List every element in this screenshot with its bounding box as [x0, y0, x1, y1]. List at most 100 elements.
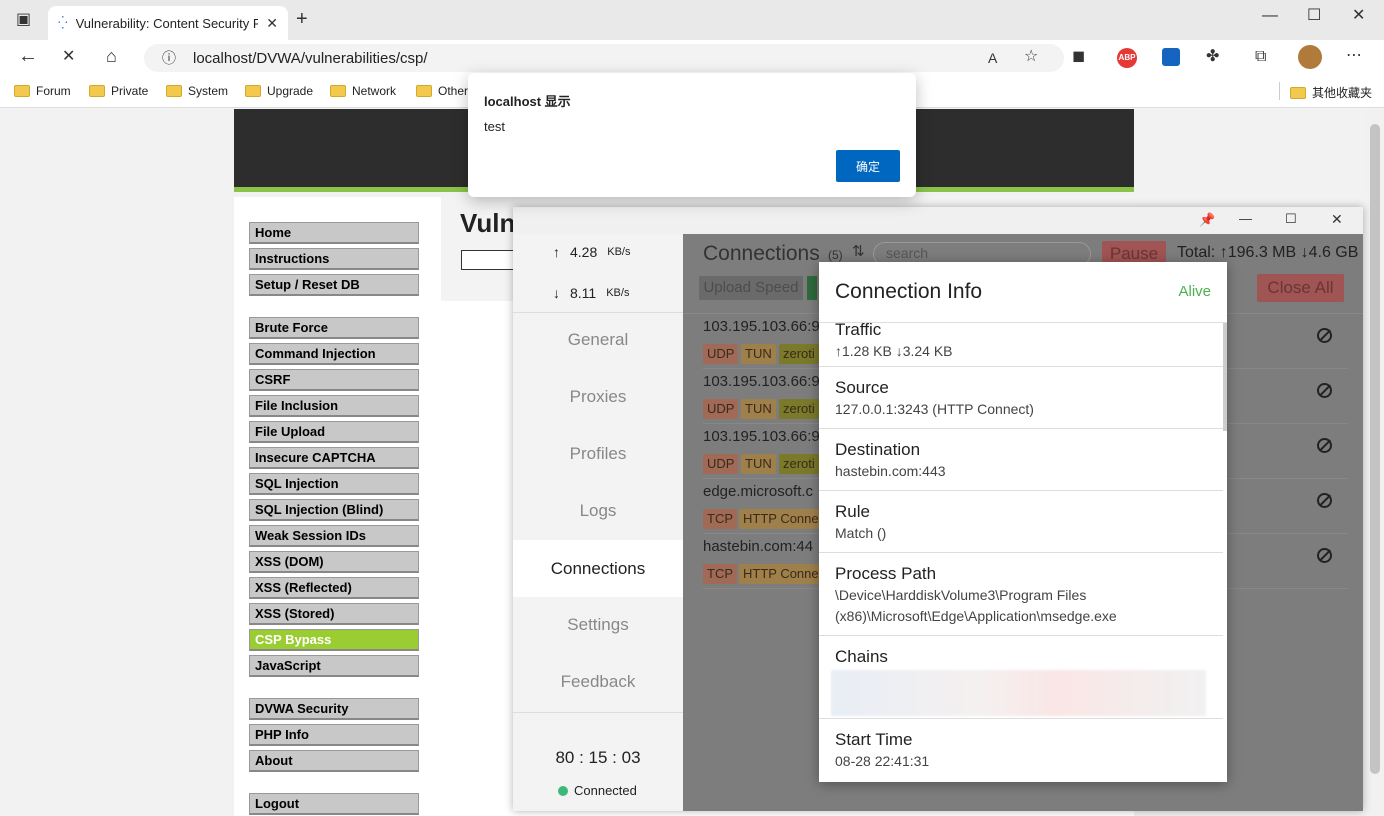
connection-host: 103.195.103.66:9 [703, 428, 820, 445]
menu-item[interactable]: Command Injection [249, 343, 419, 365]
menu-item[interactable]: SQL Injection (Blind) [249, 499, 419, 521]
close-connection-icon[interactable] [1317, 438, 1332, 453]
tab-actions-icon[interactable]: ▣ [16, 12, 31, 28]
menu-item[interactable]: Instructions [249, 248, 419, 270]
bookmark-private[interactable]: Private [89, 84, 148, 98]
status: Connected [558, 783, 637, 798]
nav-proxies[interactable]: Proxies [513, 387, 683, 407]
menu-item[interactable]: DVWA Security [249, 698, 419, 720]
adblock-icon[interactable]: ABP [1117, 48, 1137, 68]
nav-logs[interactable]: Logs [513, 501, 683, 521]
browser-tab[interactable]: ⁛ Vulnerability: Content Security Po ✕ [48, 6, 288, 40]
extensions-icon[interactable]: ✤ [1206, 49, 1219, 65]
connection-state: Alive [1178, 283, 1211, 300]
menu-item[interactable]: Setup / Reset DB [249, 274, 419, 296]
menu-item[interactable]: Home [249, 222, 419, 244]
bookmark-label: Private [111, 84, 149, 98]
close-connection-icon[interactable] [1317, 493, 1332, 508]
divider [513, 712, 683, 713]
bookmark-forum[interactable]: Forum [14, 84, 71, 98]
nav-general[interactable]: General [513, 330, 683, 350]
folder-icon [89, 85, 105, 97]
nav-settings[interactable]: Settings [513, 615, 683, 635]
menu-item[interactable]: XSS (DOM) [249, 551, 419, 573]
field-value: Match () [835, 525, 887, 541]
search-placeholder: search [886, 245, 929, 261]
field-value: 127.0.0.1:3243 (HTTP Connect) [835, 401, 1034, 417]
divider [513, 312, 683, 313]
menu-item[interactable]: About [249, 750, 419, 772]
new-tab-icon[interactable]: + [296, 9, 308, 29]
download-value: 8.11 [570, 285, 597, 301]
tab-title: Vulnerability: Content Security Po [75, 15, 259, 31]
bookmark-upgrade[interactable]: Upgrade [245, 84, 313, 98]
bookmark-other[interactable]: Other [416, 84, 468, 98]
alert-dialog: localhost 显示 test 确定 [468, 73, 916, 197]
connections-title: Connections [703, 242, 820, 265]
folder-icon [330, 85, 346, 97]
home-icon[interactable]: ⌂ [106, 47, 117, 65]
bookmark-network[interactable]: Network [330, 84, 396, 98]
menu-item[interactable]: XSS (Reflected) [249, 577, 419, 599]
info-icon[interactable]: ⓘ [162, 50, 176, 66]
filter-button[interactable] [807, 276, 817, 300]
field-label: Start Time [835, 730, 913, 749]
stop-icon[interactable]: ✕ [62, 49, 75, 65]
menu-item[interactable]: Weak Session IDs [249, 525, 419, 547]
extension-2-icon[interactable] [1162, 48, 1180, 66]
close-tab-icon[interactable]: ✕ [266, 15, 278, 31]
back-icon[interactable]: ← [18, 46, 38, 66]
close-connection-icon[interactable] [1317, 383, 1332, 398]
minimize-icon[interactable]: — [1262, 8, 1278, 24]
menu-item[interactable]: Brute Force [249, 317, 419, 339]
menu-item[interactable]: File Inclusion [249, 395, 419, 417]
menu-item[interactable]: XSS (Stored) [249, 603, 419, 625]
sort-select[interactable]: Upload Speed [699, 276, 803, 300]
address-bar[interactable]: ⓘ localhost/DVWA/vulnerabilities/csp/ A … [144, 44, 1064, 72]
more-icon[interactable]: ⋯ [1346, 48, 1362, 64]
close-connection-icon[interactable] [1317, 548, 1332, 563]
sort-icon[interactable]: ⇅ [852, 242, 865, 260]
menu-item[interactable]: JavaScript [249, 655, 419, 677]
menu-item[interactable]: Logout [249, 793, 419, 815]
close-window-icon[interactable]: ✕ [1352, 8, 1365, 24]
maximize-icon[interactable]: ☐ [1285, 211, 1297, 227]
scrollbar-thumb[interactable] [1370, 124, 1380, 774]
field-label: Source [835, 378, 889, 397]
menu-item[interactable]: File Upload [249, 421, 419, 443]
close-all-button[interactable]: Close All [1257, 274, 1344, 302]
maximize-icon[interactable]: ☐ [1307, 8, 1321, 24]
minimize-icon[interactable]: — [1239, 211, 1252, 227]
favorite-icon[interactable]: ☆ [1024, 49, 1038, 65]
collections-icon[interactable]: ⧉ [1255, 49, 1266, 65]
nav-connections[interactable]: Connections [513, 540, 683, 597]
menu-item[interactable]: Insecure CAPTCHA [249, 447, 419, 469]
dialog-title: Connection Info [835, 280, 983, 303]
profile-avatar[interactable] [1298, 45, 1322, 69]
bookmark-system[interactable]: System [166, 84, 228, 98]
field-label: Chains [835, 647, 888, 666]
menu-item[interactable]: SQL Injection [249, 473, 419, 495]
tab-strip: ▣ ⁛ Vulnerability: Content Security Po ✕… [0, 0, 1384, 40]
dialog-header: Connection Info Alive [819, 262, 1227, 323]
dialog-scrollbar[interactable] [1223, 323, 1227, 431]
csp-input[interactable] [461, 250, 521, 270]
nav-feedback[interactable]: Feedback [513, 672, 683, 692]
close-icon[interactable]: ✕ [1331, 211, 1343, 227]
connection-host: edge.microsoft.c [703, 483, 814, 500]
menu-item[interactable]: CSRF [249, 369, 419, 391]
menu-item-selected[interactable]: CSP Bypass [249, 629, 419, 651]
field-value: 08-28 22:41:31 [835, 753, 930, 769]
tag: TCP [703, 509, 737, 529]
nav-profiles[interactable]: Profiles [513, 444, 683, 464]
folder-icon [416, 85, 432, 97]
menu-item[interactable]: PHP Info [249, 724, 419, 746]
status-dot-icon [558, 785, 568, 796]
close-connection-icon[interactable] [1317, 328, 1332, 343]
bookmark-label: Forum [36, 84, 71, 98]
pin-icon[interactable]: 📌 [1199, 212, 1215, 228]
extension-1-icon[interactable]: ◼ [1072, 49, 1085, 65]
alert-ok-button[interactable]: 确定 [836, 150, 900, 182]
bookmark-other-favorites[interactable]: 其他收藏夹 [1290, 84, 1372, 101]
read-aloud-icon[interactable]: A [988, 50, 997, 66]
